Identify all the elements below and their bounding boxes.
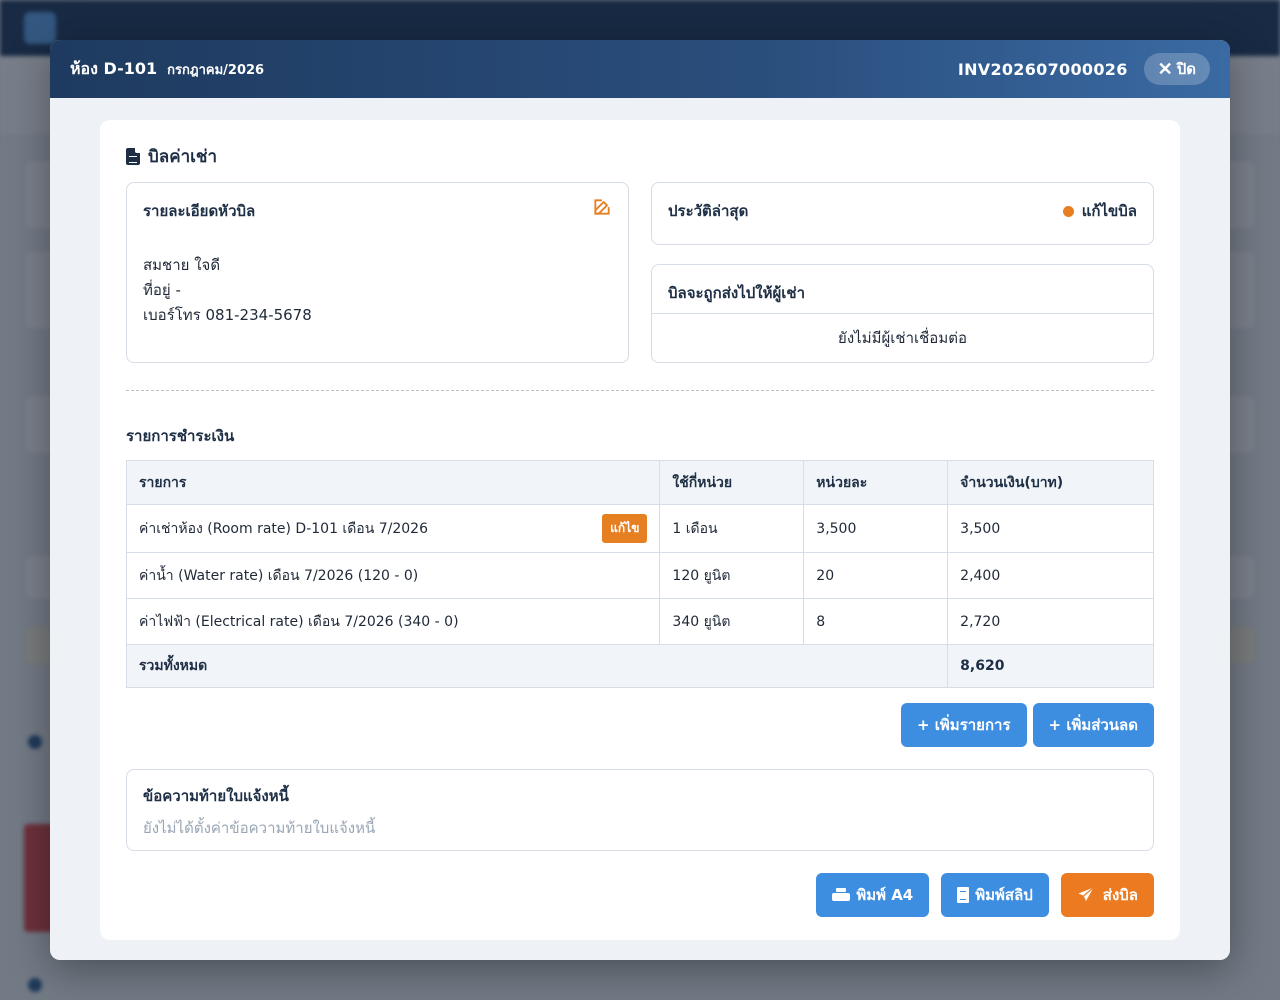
bill-title-text: บิลค่าเช่า (148, 146, 218, 167)
close-icon: ✕ (1157, 59, 1173, 79)
total-row: รวมทั้งหมด 8,620 (125, 644, 1154, 688)
bill-modal: ห้อง D-101 กรกฎาคม/2026 INV202607000026 … (50, 40, 1230, 960)
tenant-name: สมชาย ใจดี (143, 256, 221, 274)
total-label: รวมทั้งหมด (125, 644, 949, 688)
invoice-number: INV202607000026 (957, 59, 1128, 79)
print-a4-button[interactable]: พิมพ์ A4 (816, 873, 930, 917)
row-units: 1 เดือน (659, 504, 805, 553)
bill-info-row: รายละเอียดหัวบิล สมชาย ใจดี ที่อยู่ - เบ… (126, 182, 1154, 364)
payment-items-table: รายการ ใช้กี่หน่วย หน่วยละ จำนวนเงิน(บาท… (125, 460, 1154, 688)
invoice-footer-placeholder: ยังไม่ได้ตั้งค่าข้อความท้ายใบแจ้งหนี้ (143, 819, 376, 837)
bill-title: บิลค่าเช่า (126, 144, 1154, 168)
close-button[interactable]: ✕ ปิด (1143, 53, 1210, 85)
row-item-cell: ค่าเช่าห้อง (Room rate) D-101 เดือน 7/20… (125, 504, 661, 553)
print-a4-label: พิมพ์ A4 (856, 886, 914, 904)
row-rate: 20 (803, 552, 949, 599)
printer-icon (832, 887, 851, 903)
row-amount: 2,400 (947, 552, 1154, 599)
print-slip-label: พิมพ์สลิป (975, 886, 1033, 904)
history-heading: ประวัติล่าสุด (668, 202, 749, 220)
history-status-text: แก้ไขบิล (1081, 202, 1137, 220)
column-header-item: รายการ (125, 460, 661, 505)
payments-title: รายการชำระเงิน (126, 427, 235, 445)
table-row: ค่าน้ำ (Water rate) เดือน 7/2026 (120 - … (125, 552, 1154, 599)
invoice-footer-panel: ข้อความท้ายใบแจ้งหนี้ ยังไม่ได้ตั้งค่าข้… (126, 769, 1154, 851)
row-rate: 3,500 (803, 504, 949, 553)
status-dot-icon (1062, 205, 1074, 217)
table-row: ค่าไฟฟ้า (Electrical rate) เดือน 7/2026 … (125, 598, 1154, 645)
row-amount: 3,500 (947, 504, 1154, 553)
add-item-button[interactable]: + เพิ่มรายการ (901, 703, 1027, 747)
send-bill-label: ส่งบิล (1102, 886, 1138, 904)
send-to-panel: บิลจะถูกส่งไปให้ผู้เช่า ยังไม่มีผู้เช่าเ… (651, 264, 1154, 363)
row-item: ค่าเช่าห้อง (Room rate) D-101 เดือน 7/20… (139, 520, 428, 537)
history-panel: ประวัติล่าสุด แก้ไขบิล (651, 182, 1154, 245)
table-row: ค่าเช่าห้อง (Room rate) D-101 เดือน 7/20… (125, 504, 1154, 553)
send-to-header: บิลจะถูกส่งไปให้ผู้เช่า (652, 265, 1153, 314)
edit-icon[interactable] (592, 197, 612, 217)
document-icon (126, 147, 140, 165)
row-item: ค่าน้ำ (Water rate) เดือน 7/2026 (120 - … (125, 552, 661, 599)
paper-plane-icon (1078, 887, 1094, 901)
send-to-message: ยังไม่มีผู้เช่าเชื่อมต่อ (838, 329, 967, 347)
add-buttons: + เพิ่มรายการ + เพิ่มส่วนลด (901, 703, 1154, 747)
close-label: ปิด (1176, 61, 1196, 78)
row-amount: 2,720 (947, 598, 1154, 645)
bill-details-panel: รายละเอียดหัวบิล สมชาย ใจดี ที่อยู่ - เบ… (126, 182, 629, 363)
bill-details-heading: รายละเอียดหัวบิล (143, 202, 256, 220)
total-amount: 8,620 (947, 644, 1154, 688)
row-item: ค่าไฟฟ้า (Electrical rate) เดือน 7/2026 … (125, 598, 661, 645)
tenant-address: ที่อยู่ - (143, 281, 181, 299)
row-units: 340 ยูนิต (659, 598, 805, 645)
modal-header: ห้อง D-101 กรกฎาคม/2026 INV202607000026 … (50, 40, 1230, 98)
add-discount-button[interactable]: + เพิ่มส่วนลด (1032, 703, 1154, 747)
tenant-details: สมชาย ใจดี ที่อยู่ - เบอร์โทร 081-234-56… (143, 253, 612, 328)
room-title: ห้อง D-101 (70, 58, 158, 78)
tenant-phone: เบอร์โทร 081-234-5678 (143, 306, 312, 324)
billing-month: กรกฎาคม/2026 (167, 62, 265, 78)
row-rate: 8 (803, 598, 949, 645)
row-units: 120 ยูนิต (659, 552, 805, 599)
print-slip-button[interactable]: พิมพ์สลิป (941, 873, 1049, 917)
column-header-units: ใช้กี่หน่วย (659, 460, 805, 505)
invoice-footer-heading: ข้อความท้ายใบแจ้งหนี้ (143, 787, 289, 805)
action-buttons: พิมพ์ A4 พิมพ์สลิป ส่งบิล (816, 873, 1154, 917)
edit-row-button[interactable]: แก้ไข (602, 514, 648, 543)
column-header-rate: หน่วยละ (803, 460, 949, 505)
history-status: แก้ไขบิล (1062, 199, 1137, 223)
section-divider (126, 390, 1154, 391)
send-bill-button[interactable]: ส่งบิล (1060, 873, 1154, 917)
send-to-heading: บิลจะถูกส่งไปให้ผู้เช่า (668, 284, 805, 302)
bill-sheet: บิลค่าเช่า รายละเอียดหัวบิล สมชาย ใจดี ท… (100, 120, 1180, 940)
table-header-row: รายการ ใช้กี่หน่วย หน่วยละ จำนวนเงิน(บาท… (125, 460, 1154, 505)
column-header-amount: จำนวนเงิน(บาท) (947, 460, 1154, 505)
receipt-icon (957, 887, 970, 903)
